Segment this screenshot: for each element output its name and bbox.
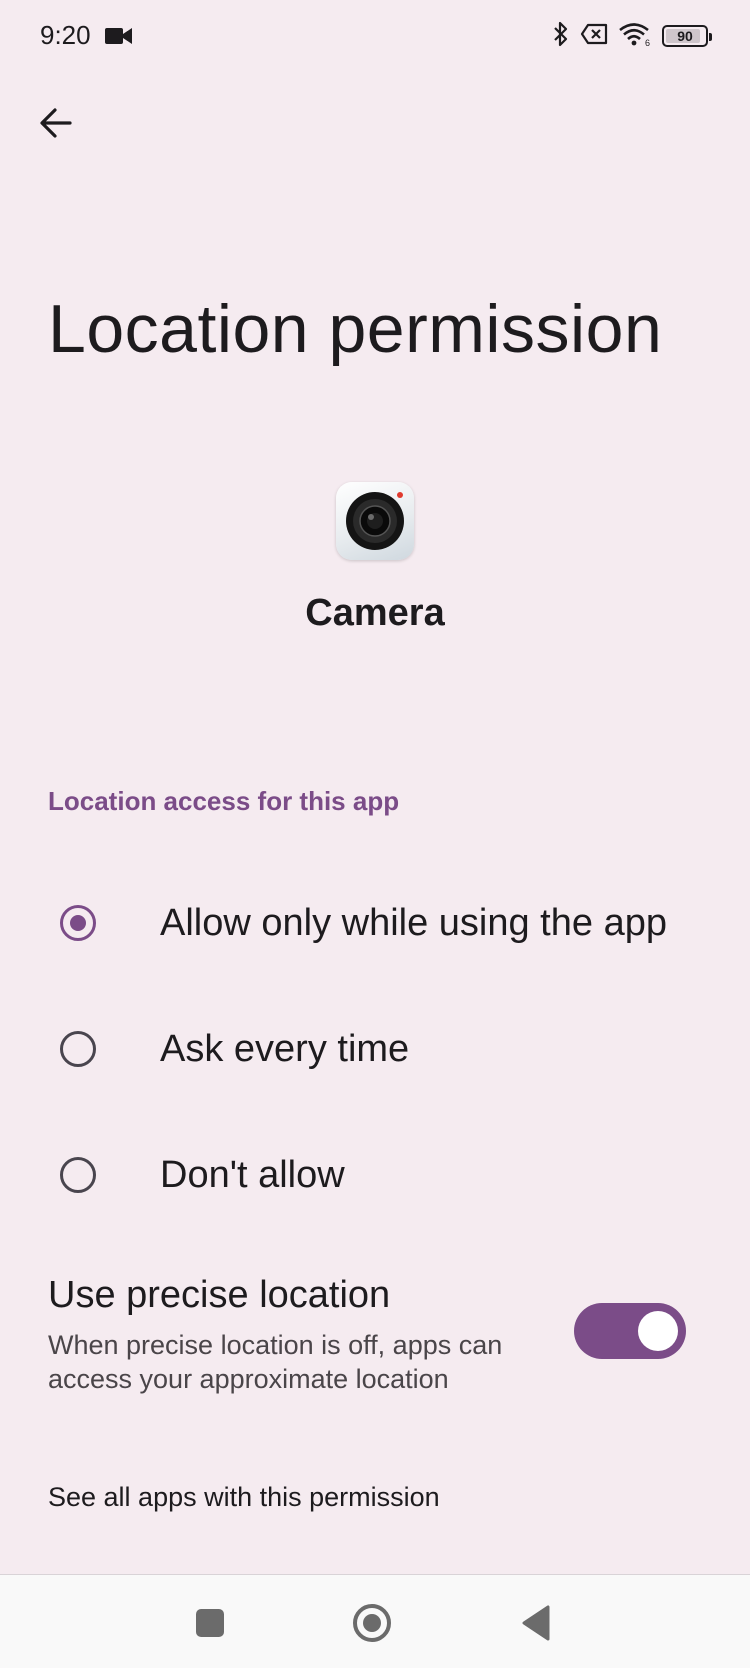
- precise-location-summary: When precise location is off, apps can a…: [48, 1330, 503, 1394]
- radio-dot: [70, 915, 86, 931]
- wifi-6-icon: 6: [618, 21, 652, 52]
- option-allow-while-using[interactable]: Allow only while using the app: [0, 868, 750, 978]
- recents-square-icon: [196, 1609, 224, 1637]
- status-time: 9:20: [40, 20, 91, 50]
- option-label: Ask every time: [160, 1027, 410, 1070]
- recents-button[interactable]: [180, 1593, 240, 1653]
- back-triangle-icon: [522, 1605, 550, 1641]
- bluetooth-icon: [552, 20, 570, 53]
- toggle-knob: [638, 1311, 678, 1351]
- precise-location-title: Use precise location: [48, 1274, 391, 1316]
- precise-location-setting[interactable]: Use precise location When precise locati…: [0, 1266, 750, 1406]
- option-dont-allow[interactable]: Don't allow: [0, 1120, 750, 1230]
- radio-button[interactable]: [60, 1031, 96, 1067]
- back-button[interactable]: [28, 95, 84, 151]
- battery-icon: 90: [662, 25, 712, 47]
- option-ask-every-time[interactable]: Ask every time: [0, 994, 750, 1104]
- precise-location-toggle[interactable]: [574, 1303, 686, 1359]
- battery-level: 90: [677, 28, 693, 44]
- status-icons: 6 90: [552, 20, 712, 53]
- home-button[interactable]: [342, 1593, 402, 1653]
- radio-button-selected[interactable]: [60, 905, 96, 941]
- system-back-button[interactable]: [506, 1593, 566, 1653]
- option-label: Allow only while using the app: [160, 901, 667, 944]
- see-all-apps-link[interactable]: See all apps with this permission: [48, 1482, 440, 1513]
- svg-text:6: 6: [645, 38, 650, 47]
- navigation-bar: [0, 1574, 750, 1668]
- camera-app-icon: [336, 482, 414, 560]
- arrow-back-icon: [40, 108, 72, 138]
- page-title: Location permission: [48, 291, 663, 367]
- no-sim-icon: [580, 23, 608, 50]
- option-label: Don't allow: [160, 1153, 345, 1196]
- home-circle-icon: [353, 1604, 391, 1642]
- app-name: Camera: [305, 592, 445, 634]
- section-header: Location access for this app: [48, 786, 400, 816]
- video-recording-icon: [105, 26, 133, 46]
- status-bar: 9:20 6 90: [0, 0, 750, 74]
- radio-button[interactable]: [60, 1157, 96, 1193]
